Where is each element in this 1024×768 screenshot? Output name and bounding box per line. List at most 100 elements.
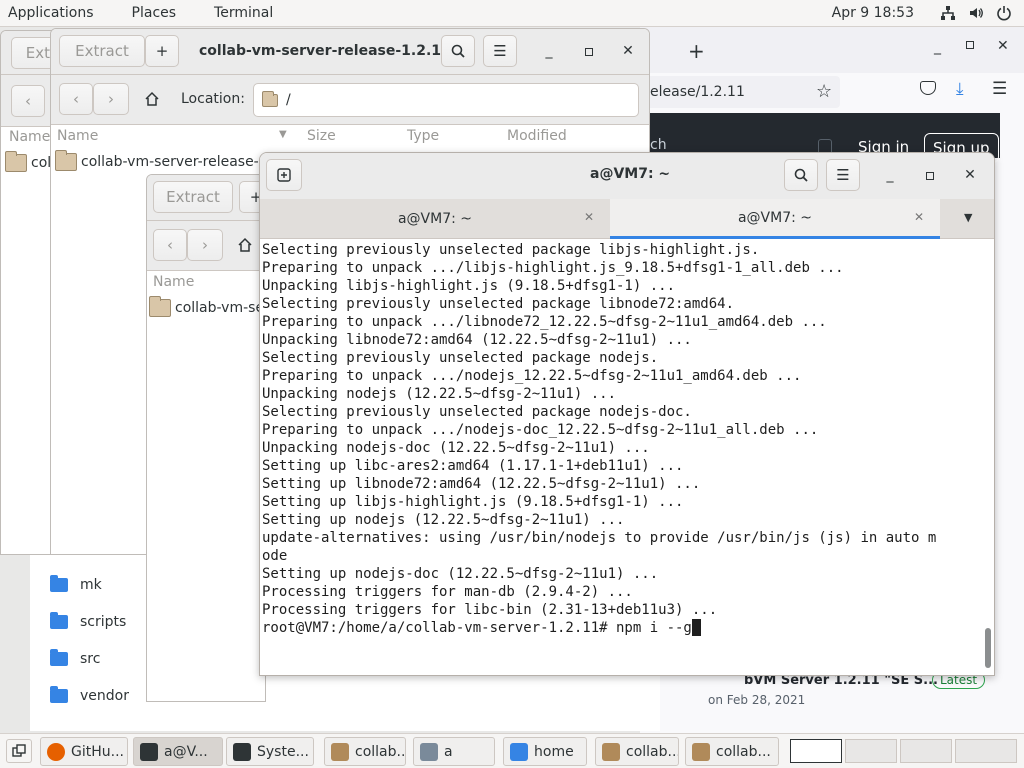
tab-terminal-1[interactable]: a@VM7: ~ ✕ [260,199,610,239]
clock[interactable]: Apr 9 18:53 [832,5,914,21]
browser-minimize-icon[interactable]: _ [934,39,941,55]
archive-window-2: Extract + ‹ › Name collab-vm-se [146,174,266,702]
column-size[interactable]: Size [307,128,336,144]
taskbar-item[interactable]: home [503,737,587,766]
terminal-line: Setting up libjs-highlight.js (9.18.5+df… [262,494,684,510]
terminal-menu-button[interactable]: ☰ [826,159,860,191]
taskbar-item[interactable]: collab... [685,737,779,766]
archive1-close-icon[interactable]: ✕ [618,41,638,61]
workspace-3[interactable] [900,739,952,763]
power-icon[interactable] [992,4,1016,22]
terminal-scrollbar[interactable] [985,628,991,668]
terminal-cursor [691,619,701,636]
applications-menu[interactable]: Applications [0,5,102,21]
taskbar-item[interactable]: a [413,737,495,766]
workspace-4[interactable] [955,739,1017,763]
list-item[interactable]: src [50,649,100,667]
url-bar[interactable]: elease/1.2.11 [640,76,840,108]
archive1-minimize-icon[interactable]: _ [539,41,559,61]
places-menu[interactable]: Places [124,5,185,21]
folder-icon [149,296,171,317]
list-item[interactable]: vendor [50,686,129,704]
volume-icon[interactable] [964,4,988,22]
location-label: Location: [181,91,245,107]
new-tab-button[interactable] [266,159,302,191]
search-icon [451,44,465,58]
archive1-add-button[interactable]: + [145,35,179,67]
workspace-2[interactable] [845,739,897,763]
list-item[interactable]: scripts [50,612,126,630]
tab-terminal-2[interactable]: a@VM7: ~ ✕ [610,199,940,239]
close-tab-icon[interactable]: ✕ [584,210,594,224]
network-icon[interactable] [936,4,960,22]
tabs-dropdown-icon[interactable]: ▼ [964,211,972,224]
taskbar-item-label: collab... [355,743,406,760]
pocket-icon[interactable] [920,81,936,95]
system-monitor-icon [233,742,251,761]
taskbar-item[interactable]: collab... [595,737,679,766]
archive2-forward-button[interactable]: › [187,229,223,261]
archive1-extract-button[interactable]: Extract [59,35,145,67]
list-item[interactable]: col [5,151,51,172]
terminal-app-menu[interactable]: Terminal [206,5,281,21]
archive1-nav: ‹ › Location: / [51,75,649,125]
taskbar-item[interactable]: Syste... [226,737,314,766]
terminal-line: Processing triggers for libc-bin (2.31-1… [262,602,718,618]
column-modified[interactable]: Modified [507,128,567,144]
terminal-title: a@VM7: ~ [590,166,671,182]
archive2-home-button[interactable] [237,237,253,257]
terminal-minimize-icon[interactable]: _ [880,165,900,185]
terminal-line: Selecting previously unselected package … [262,404,692,420]
terminal-line: Setting up nodejs-doc (12.22.5~dfsg-2~11… [262,566,659,582]
home-icon [238,237,252,252]
terminal-maximize-icon[interactable] [920,166,940,186]
prompt-line: root@VM7:/home/a/collab-vm-server-1.2.11… [262,619,986,637]
taskbar-item[interactable]: collab... [324,737,406,766]
tab-label: a@VM7: ~ [397,211,473,227]
archive1-maximize-icon[interactable] [579,42,599,62]
github-search-partial[interactable]: ch [650,137,667,153]
terminal-search-button[interactable] [784,159,818,191]
archive1-forward-button[interactable]: › [93,83,129,115]
column-name[interactable]: Name [57,128,98,144]
prompt-text: root@VM7:/home/a/collab-vm-server-1.2.11… [262,620,692,636]
folder-icon [50,649,68,666]
archive2-name-column[interactable]: Name [153,274,194,290]
show-desktop-button[interactable] [6,739,32,763]
folder-name[interactable]: src [80,651,100,667]
terminal-output[interactable]: Selecting previously unselected package … [262,241,986,671]
archive-icon [331,742,349,761]
archive0-back-button[interactable]: ‹ [11,85,45,117]
terminal-line: Setting up nodejs (12.22.5~dfsg-2~11u1) … [262,512,625,528]
browser-close-icon[interactable]: ✕ [997,38,1009,54]
archive1-home-button[interactable] [137,83,167,115]
archive0-name-column[interactable]: Name [9,129,50,145]
list-item[interactable]: collab-vm-se [149,296,264,317]
archive2-extract-button[interactable]: Extract [153,181,233,213]
taskbar-item[interactable]: GitHu... [40,737,128,766]
browser-maximize-icon[interactable] [966,41,974,49]
new-tab-button[interactable]: + [688,39,705,63]
terminal-close-icon[interactable]: ✕ [960,165,980,185]
hamburger-menu-icon[interactable]: ☰ [992,79,1007,99]
extract-label: Extract [166,188,220,206]
taskbar-item[interactable]: a@V... [133,737,223,766]
terminal-icon [140,742,158,761]
location-value: / [286,92,291,108]
archive1-menu-button[interactable]: ☰ [483,35,517,67]
folder-name[interactable]: scripts [80,614,126,630]
archive1-search-button[interactable] [441,35,475,67]
list-item[interactable]: mk [50,575,102,593]
folder-name[interactable]: mk [80,577,102,593]
list-item[interactable]: collab-vm-server-release-1 [55,150,268,171]
taskbar-item-label: a@V... [164,743,208,760]
downloads-icon[interactable]: ⤓ [956,79,964,99]
archive1-back-button[interactable]: ‹ [59,83,93,115]
workspace-1[interactable] [790,739,842,763]
close-tab-icon[interactable]: ✕ [914,210,924,224]
archive2-back-button[interactable]: ‹ [153,229,187,261]
location-field[interactable]: / [253,83,639,117]
folder-name[interactable]: vendor [80,688,129,704]
bookmark-star-icon[interactable]: ☆ [816,81,832,102]
column-type[interactable]: Type [407,128,439,144]
